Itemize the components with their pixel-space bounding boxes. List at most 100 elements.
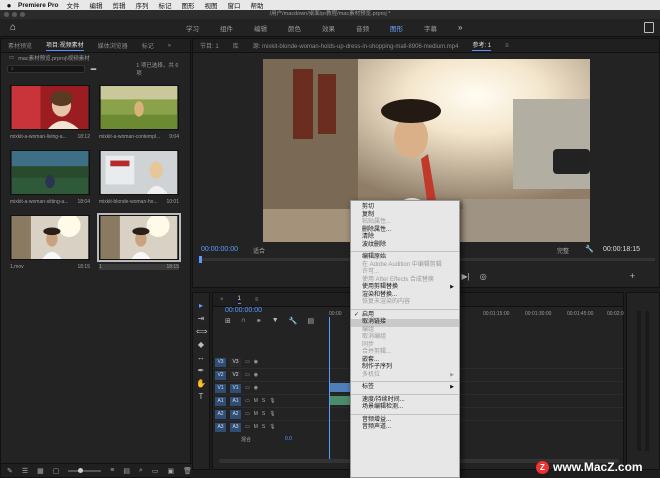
list-item[interactable]: 1 18:15 bbox=[97, 213, 181, 270]
list-item[interactable]: mixkit-a-woman-contempl... 9:04 bbox=[99, 85, 179, 140]
context-menu-item[interactable]: 删除属性... bbox=[351, 227, 459, 235]
tab-libraries[interactable]: 库 bbox=[233, 41, 239, 50]
context-menu-item[interactable]: 编辑原始 bbox=[351, 254, 459, 262]
context-menu-item[interactable]: 复制 bbox=[351, 212, 459, 220]
linked-selection-icon[interactable]: ⚭ bbox=[256, 317, 262, 325]
panel-overflow-icon[interactable]: » bbox=[168, 43, 171, 49]
close-sequence-icon[interactable]: × bbox=[220, 297, 224, 303]
track-target-v3[interactable]: V3 bbox=[215, 357, 226, 367]
context-menu-item[interactable]: 嵌套... bbox=[351, 357, 459, 365]
menu-clip[interactable]: 剪辑 bbox=[112, 0, 125, 10]
context-menu-item[interactable]: ✓ 启用 bbox=[351, 312, 459, 320]
list-item[interactable]: mixkit-blonde-woman-ho... 10:01 bbox=[99, 150, 179, 205]
context-menu-item[interactable]: 渲染和替换... bbox=[351, 292, 459, 300]
list-item[interactable]: 1.mov 18:15 bbox=[10, 214, 90, 270]
context-menu-item[interactable]: 剪切 bbox=[351, 204, 459, 212]
track-label-a3[interactable]: A3 bbox=[230, 422, 241, 432]
workspace-tab-graphics[interactable]: 图形 bbox=[390, 23, 403, 33]
apple-icon[interactable]: ● bbox=[4, 1, 14, 10]
export-frame-icon[interactable]: ◎ bbox=[480, 272, 487, 281]
zoom-window-button[interactable] bbox=[20, 12, 25, 17]
monitor-menu-icon[interactable]: ≡ bbox=[505, 43, 509, 49]
workspace-tab-color[interactable]: 颜色 bbox=[288, 23, 301, 33]
program-timecode[interactable]: 00:00:00:00 bbox=[201, 246, 238, 253]
thumbnail-size-slider[interactable] bbox=[68, 467, 102, 473]
context-menu-item[interactable]: 清除 bbox=[351, 234, 459, 242]
mute-icon[interactable]: M bbox=[254, 398, 258, 404]
go-to-out-icon[interactable]: ▶| bbox=[461, 272, 469, 281]
snap-icon[interactable]: ∩ bbox=[241, 317, 246, 325]
tab-markers[interactable]: 标记 bbox=[142, 41, 154, 50]
ripple-edit-tool-icon[interactable]: ⟺ bbox=[196, 327, 207, 337]
workspace-tab-effects[interactable]: 效果 bbox=[322, 23, 335, 33]
track-label-v2[interactable]: V2 bbox=[230, 370, 241, 380]
type-tool-icon[interactable]: T bbox=[196, 392, 206, 402]
sequence-menu-icon[interactable]: ≡ bbox=[255, 297, 259, 303]
tab-sequence[interactable]: 1 bbox=[237, 296, 241, 304]
mute-icon[interactable]: M bbox=[254, 411, 258, 417]
lock-icon[interactable]: ▭ bbox=[245, 424, 250, 430]
menu-marker[interactable]: 标记 bbox=[158, 0, 171, 10]
menu-help[interactable]: 帮助 bbox=[250, 0, 263, 10]
workspace-tab-assembly[interactable]: 组件 bbox=[220, 23, 233, 33]
mic-icon[interactable]: 🎙 bbox=[269, 424, 275, 430]
more-workspaces-icon[interactable]: » bbox=[458, 23, 462, 33]
mic-icon[interactable]: 🎙 bbox=[269, 411, 275, 417]
context-menu-item[interactable]: 标签 ▶ bbox=[351, 384, 459, 392]
video-clip[interactable] bbox=[329, 383, 351, 392]
selection-tool-icon[interactable]: ▸ bbox=[196, 301, 206, 311]
audio-clip[interactable] bbox=[329, 396, 351, 405]
wrench-icon[interactable]: 🔧 bbox=[585, 245, 594, 253]
pen-tool-icon[interactable]: ✒ bbox=[196, 366, 206, 376]
track-target-v1[interactable]: V1 bbox=[215, 383, 226, 393]
context-menu-item[interactable]: 制作子序列 bbox=[351, 364, 459, 372]
track-label-v1[interactable]: V1 bbox=[230, 383, 241, 393]
app-name[interactable]: Premiere Pro bbox=[18, 2, 58, 9]
workspace-tab-captions[interactable]: 字幕 bbox=[424, 23, 437, 33]
hand-tool-icon[interactable]: ✋ bbox=[196, 379, 206, 389]
master-value[interactable]: 0.0 bbox=[285, 436, 292, 442]
new-item-icon[interactable]: ▣ bbox=[167, 467, 174, 475]
razor-tool-icon[interactable]: ◆ bbox=[196, 340, 206, 350]
new-bin-icon[interactable]: ▭ bbox=[152, 467, 159, 475]
track-label-a1[interactable]: A1 bbox=[230, 396, 241, 406]
mute-icon[interactable]: M bbox=[254, 424, 258, 430]
project-search-input[interactable]: ⌕ bbox=[7, 65, 85, 73]
home-icon[interactable]: ⌂ bbox=[0, 22, 26, 33]
lock-icon[interactable]: ▭ bbox=[245, 359, 250, 365]
context-menu-item[interactable]: 音频声道... bbox=[351, 424, 459, 432]
nest-icon[interactable]: ⊞ bbox=[225, 317, 231, 325]
track-target-v2[interactable]: V2 bbox=[215, 370, 226, 380]
tab-source[interactable]: 源: mixkit-blonde-woman-holds-up-dress-in… bbox=[253, 41, 459, 50]
fit-dropdown[interactable]: 适合 bbox=[253, 246, 265, 255]
tab-media-browser[interactable]: 媒体浏览器 bbox=[98, 41, 128, 50]
context-menu-item[interactable]: 速度/持续时间... bbox=[351, 397, 459, 405]
timeline-timecode[interactable]: 00:00:00:00 bbox=[225, 307, 262, 314]
lock-icon[interactable]: ▭ bbox=[245, 385, 250, 391]
trash-icon[interactable]: 🗑 bbox=[183, 467, 192, 475]
add-button-icon[interactable]: + bbox=[630, 271, 635, 281]
tab-reference[interactable]: 参考: 1 bbox=[472, 40, 492, 51]
track-target-a3[interactable]: A3 bbox=[215, 422, 226, 432]
context-menu-item[interactable]: 取消链接 bbox=[351, 319, 459, 327]
solo-icon[interactable]: S bbox=[262, 424, 265, 430]
timeline-playhead[interactable] bbox=[329, 317, 330, 462]
captions-icon[interactable]: ▤ bbox=[307, 317, 314, 325]
menu-file[interactable]: 文件 bbox=[66, 0, 79, 10]
pencil-icon[interactable]: ✎ bbox=[7, 467, 13, 475]
context-menu-item[interactable]: 场景编辑检测... bbox=[351, 404, 459, 412]
close-window-button[interactable] bbox=[4, 12, 9, 17]
lock-icon[interactable]: ▭ bbox=[245, 372, 250, 378]
lock-icon[interactable]: ▭ bbox=[245, 398, 250, 404]
menu-graphics[interactable]: 图形 bbox=[181, 0, 194, 10]
workspace-tab-editing[interactable]: 编辑 bbox=[254, 23, 267, 33]
tab-program[interactable]: 节目: 1 bbox=[200, 41, 219, 50]
eye-icon[interactable]: ◉ bbox=[254, 372, 258, 378]
track-target-a2[interactable]: A2 bbox=[215, 409, 226, 419]
solo-icon[interactable]: S bbox=[262, 411, 265, 417]
eye-icon[interactable]: ◉ bbox=[254, 359, 258, 365]
find-icon[interactable]: ⌕ bbox=[139, 467, 143, 475]
program-playhead[interactable] bbox=[199, 256, 202, 263]
mic-icon[interactable]: 🎙 bbox=[269, 398, 275, 404]
solo-icon[interactable]: S bbox=[262, 398, 265, 404]
